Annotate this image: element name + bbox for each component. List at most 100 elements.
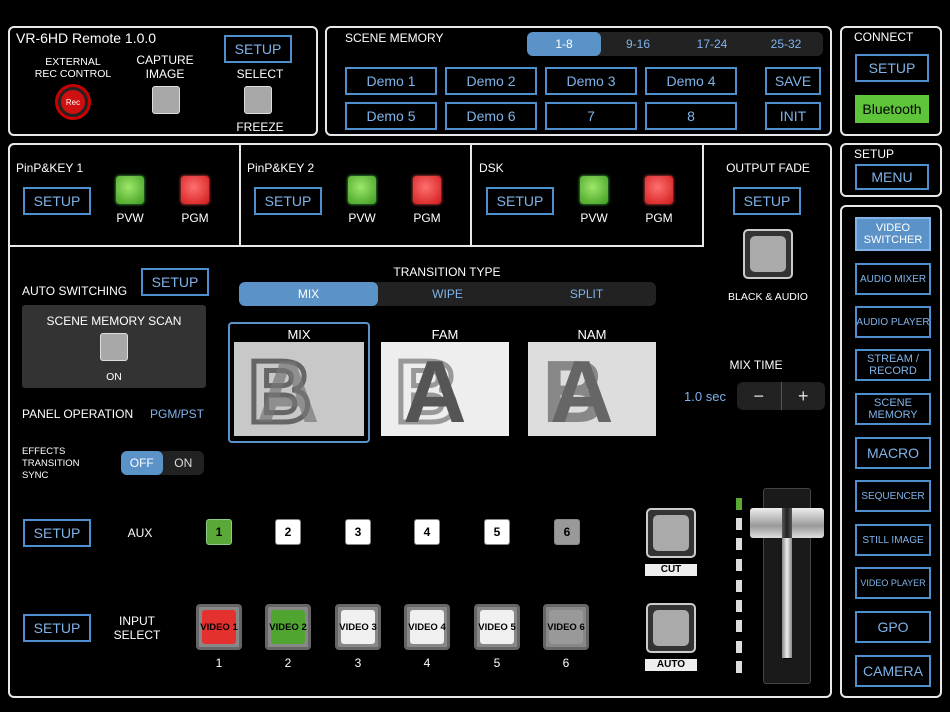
aux-button-6[interactable]: 6	[554, 519, 580, 545]
key1-pvw-led[interactable]	[116, 176, 144, 204]
capture-label-1: CAPTURE	[136, 53, 194, 67]
input-setup-button[interactable]: SETUP	[23, 614, 91, 642]
input-number-1: 1	[215, 656, 223, 670]
input-number-4: 4	[423, 656, 431, 670]
key1-pvw-label: PVW	[116, 211, 144, 225]
nav-panel: VIDEO SWITCHER AUDIO MIXER AUDIO PLAYER …	[840, 205, 942, 698]
input-video-5-button[interactable]: VIDEO 5	[474, 604, 520, 650]
preview-mix-image: B A	[234, 342, 364, 436]
cut-button[interactable]	[646, 508, 696, 558]
fam-thumb-icon: B A	[393, 342, 467, 436]
scan-state: ON	[106, 371, 122, 383]
top-setup-button[interactable]: SETUP	[224, 35, 292, 63]
nav-sequencer[interactable]: SEQUENCER	[855, 480, 931, 512]
input-video-3-button[interactable]: VIDEO 3	[335, 604, 381, 650]
input-number-5: 5	[493, 656, 501, 670]
preview-fam-image[interactable]: B A	[381, 342, 509, 436]
freeze-label: FREEZE	[236, 120, 284, 134]
nav-video-switcher[interactable]: VIDEO SWITCHER	[855, 217, 931, 251]
fader-tick	[736, 620, 742, 632]
connect-setup-button[interactable]: SETUP	[855, 54, 929, 82]
setup-menu-panel: SETUP MENU	[840, 143, 942, 197]
app-title: VR-6HD Remote 1.0.0	[16, 30, 157, 46]
tab-bank-17-24[interactable]: 17-24	[675, 32, 749, 56]
transition-type-tabs: MIX WIPE SPLIT	[239, 282, 656, 306]
mix-time-minus-button[interactable]: −	[737, 382, 782, 410]
nav-scene-memory[interactable]: SCENE MEMORY	[855, 393, 931, 425]
scene-slot-2[interactable]: Demo 2	[445, 67, 537, 95]
mix-time-plus-button[interactable]: +	[782, 382, 826, 410]
fader-handle[interactable]	[750, 508, 824, 538]
fader-handle-grip	[782, 508, 792, 538]
dsk-setup-button[interactable]: SETUP	[486, 187, 554, 215]
key2-pgm-label: PGM	[413, 211, 441, 225]
nav-video-player[interactable]: VIDEO PLAYER	[855, 567, 931, 599]
tab-bank-25-32[interactable]: 25-32	[749, 32, 823, 56]
bluetooth-button[interactable]: Bluetooth	[855, 95, 929, 123]
scene-slot-3[interactable]: Demo 3	[545, 67, 637, 95]
black-audio-button[interactable]	[743, 229, 793, 279]
scan-toggle-button[interactable]	[100, 333, 128, 361]
effects-sync-off[interactable]: OFF	[121, 451, 163, 475]
aux-button-1[interactable]: 1	[206, 519, 232, 545]
mix-time-title: MIX TIME	[729, 358, 783, 372]
nav-still-image[interactable]: STILL IMAGE	[855, 524, 931, 556]
preview-fam-label: FAM	[431, 327, 459, 342]
input-video-4-button[interactable]: VIDEO 4	[404, 604, 450, 650]
freeze-select-button[interactable]	[244, 86, 272, 114]
dsk-pvw-label: PVW	[580, 211, 608, 225]
menu-button[interactable]: MENU	[855, 164, 929, 190]
nam-thumb-icon: B A	[542, 342, 614, 436]
key-divider-1	[239, 143, 241, 247]
nav-macro[interactable]: MACRO	[855, 437, 931, 469]
input-video-2-button[interactable]: VIDEO 2	[265, 604, 311, 650]
black-audio-label: BLACK & AUDIO	[728, 291, 808, 303]
scene-slot-5[interactable]: Demo 5	[345, 102, 437, 130]
rec-button[interactable]: Rec	[55, 84, 91, 120]
key1-pgm-led[interactable]	[181, 176, 209, 204]
output-fade-title: OUTPUT FADE	[726, 161, 810, 175]
nav-camera[interactable]: CAMERA	[855, 655, 931, 687]
scene-slot-8[interactable]: 8	[645, 102, 737, 130]
nav-audio-player[interactable]: AUDIO PLAYER	[855, 306, 931, 338]
aux-setup-button[interactable]: SETUP	[23, 519, 91, 547]
aux-button-3[interactable]: 3	[345, 519, 371, 545]
key1-setup-button[interactable]: SETUP	[23, 187, 91, 215]
dsk-pgm-led[interactable]	[645, 176, 673, 204]
key2-setup-button[interactable]: SETUP	[254, 187, 322, 215]
effects-sync-label-2: TRANSITION	[22, 458, 80, 469]
aux-button-5[interactable]: 5	[484, 519, 510, 545]
scene-slot-1[interactable]: Demo 1	[345, 67, 437, 95]
preview-nam-image[interactable]: B A	[528, 342, 656, 436]
transition-split-tab[interactable]: SPLIT	[517, 282, 656, 306]
transition-mix-tab[interactable]: MIX	[239, 282, 378, 306]
key2-pvw-led[interactable]	[348, 176, 376, 204]
tab-bank-1-8[interactable]: 1-8	[527, 32, 601, 56]
scene-save-button[interactable]: SAVE	[765, 67, 821, 95]
nav-audio-mixer[interactable]: AUDIO MIXER	[855, 263, 931, 295]
scene-slot-7[interactable]: 7	[545, 102, 637, 130]
scene-slot-6[interactable]: Demo 6	[445, 102, 537, 130]
key2-pgm-led[interactable]	[413, 176, 441, 204]
transition-wipe-tab[interactable]: WIPE	[378, 282, 517, 306]
panel-operation-value[interactable]: PGM/PST	[150, 407, 204, 421]
nav-stream-record[interactable]: STREAM / RECORD	[855, 349, 931, 381]
dsk-pvw-led[interactable]	[580, 176, 608, 204]
aux-button-4[interactable]: 4	[414, 519, 440, 545]
nav-gpo[interactable]: GPO	[855, 611, 931, 643]
capture-image-button[interactable]	[152, 86, 180, 114]
input-video-6-button[interactable]: VIDEO 6	[543, 604, 589, 650]
output-fade-setup-button[interactable]: SETUP	[733, 187, 801, 215]
connect-title: CONNECT	[854, 30, 914, 44]
tab-bank-9-16[interactable]: 9-16	[601, 32, 675, 56]
effects-sync-on[interactable]: ON	[163, 451, 205, 475]
input-number-2: 2	[284, 656, 292, 670]
scene-init-button[interactable]: INIT	[765, 102, 821, 130]
auto-switching-setup-button[interactable]: SETUP	[141, 268, 209, 296]
auto-button[interactable]	[646, 603, 696, 653]
scene-slot-4[interactable]: Demo 4	[645, 67, 737, 95]
input-video-6-label: VIDEO 6	[547, 621, 585, 633]
aux-button-2[interactable]: 2	[275, 519, 301, 545]
input-video-1-button[interactable]: VIDEO 1	[196, 604, 242, 650]
effects-sync-label-1: EFFECTS	[22, 446, 66, 457]
